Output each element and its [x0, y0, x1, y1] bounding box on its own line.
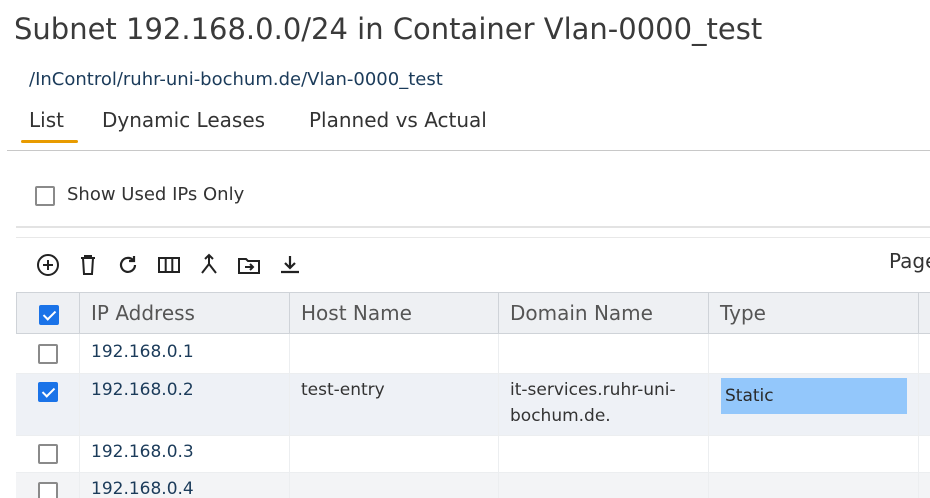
ip-cell: 192.168.0.3	[79, 436, 289, 472]
tabs-divider	[7, 150, 930, 151]
page-title: Subnet 192.168.0.0/24 in Container Vlan-…	[14, 12, 763, 46]
select-all-cell	[16, 293, 79, 333]
row-checkbox[interactable]	[38, 382, 58, 402]
breadcrumb[interactable]: /InControl/ruhr-uni-bochum.de/Vlan-0000_…	[29, 69, 443, 90]
host-cell	[289, 473, 498, 498]
table-row[interactable]: 192.168.0.4	[16, 473, 930, 498]
tab-list[interactable]: List	[21, 108, 78, 143]
type-cell	[708, 473, 918, 498]
table-row[interactable]: 192.168.0.3	[16, 436, 930, 473]
extra-cell	[918, 374, 930, 435]
ip-address[interactable]: 192.168.0.3	[91, 439, 283, 465]
type-cell	[708, 436, 918, 472]
row-select-cell	[16, 436, 79, 472]
table-row[interactable]: 192.168.0.1	[16, 334, 930, 374]
merge-icon[interactable]	[196, 252, 222, 278]
ip-cell: 192.168.0.1	[79, 334, 289, 373]
row-select-cell	[16, 374, 79, 435]
domain-cell: it-services.ruhr-uni-bochum.de.	[498, 374, 708, 435]
ip-cell: 192.168.0.2	[79, 374, 289, 435]
tab-dynamic-leases[interactable]: Dynamic Leases	[102, 108, 265, 132]
column-header-ip-address[interactable]: IP Address	[79, 293, 289, 333]
show-used-checkbox[interactable]	[35, 186, 55, 206]
column-header-domain-name[interactable]: Domain Name	[498, 293, 708, 333]
move-to-folder-icon[interactable]	[236, 252, 262, 278]
column-header-extra	[918, 293, 930, 333]
extra-cell	[918, 436, 930, 472]
show-used-label[interactable]: Show Used IPs Only	[67, 184, 244, 205]
delete-icon[interactable]	[75, 252, 101, 278]
divider	[16, 226, 930, 228]
host-cell	[289, 436, 498, 472]
row-select-cell	[16, 473, 79, 498]
domain-name: it-services.ruhr-uni-bochum.de.	[510, 380, 676, 426]
select-all-checkbox[interactable]	[39, 305, 59, 325]
domain-cell	[498, 436, 708, 472]
ip-table: IP Address Host Name Domain Name Type 19…	[16, 292, 930, 498]
host-cell: test-entry	[289, 374, 498, 435]
row-checkbox[interactable]	[38, 482, 58, 498]
tab-planned-vs-actual[interactable]: Planned vs Actual	[309, 108, 487, 132]
extra-cell	[918, 334, 930, 373]
row-select-cell	[16, 334, 79, 373]
ip-cell: 192.168.0.4	[79, 473, 289, 498]
row-checkbox[interactable]	[38, 444, 58, 464]
type-cell: Static	[708, 374, 918, 435]
row-checkbox[interactable]	[38, 344, 58, 364]
divider	[16, 237, 930, 238]
table-row[interactable]: 192.168.0.2 test-entry it-services.ruhr-…	[16, 374, 930, 436]
add-icon[interactable]	[35, 252, 61, 278]
ip-address[interactable]: 192.168.0.1	[91, 339, 283, 365]
table-header: IP Address Host Name Domain Name Type	[16, 292, 930, 334]
extra-cell	[918, 473, 930, 498]
host-name: test-entry	[301, 380, 385, 400]
domain-cell	[498, 473, 708, 498]
column-header-host-name[interactable]: Host Name	[289, 293, 498, 333]
ip-address[interactable]: 192.168.0.4	[91, 476, 283, 498]
download-icon[interactable]	[277, 252, 303, 278]
refresh-icon[interactable]	[115, 252, 141, 278]
columns-icon[interactable]	[156, 252, 182, 278]
column-header-type[interactable]: Type	[708, 293, 918, 333]
type-cell	[708, 334, 918, 373]
ip-address[interactable]: 192.168.0.2	[91, 377, 283, 403]
domain-cell	[498, 334, 708, 373]
type-badge: Static	[721, 378, 907, 414]
host-cell	[289, 334, 498, 373]
tab-bar: List Dynamic Leases Planned vs Actual	[0, 104, 930, 151]
pager-label: Page	[889, 249, 930, 273]
